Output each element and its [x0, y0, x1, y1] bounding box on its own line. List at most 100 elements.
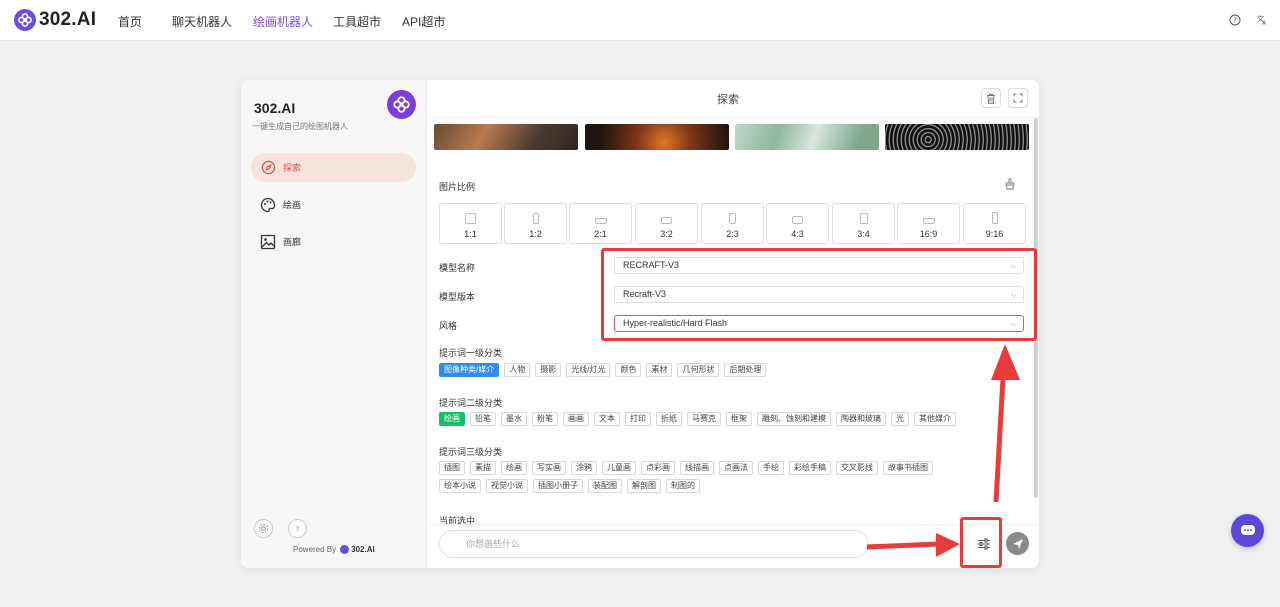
ratio-option-3-4[interactable]: 3:4: [832, 203, 895, 244]
cat1-chip[interactable]: 几何形状: [677, 363, 720, 377]
ratio-label-text: 2:1: [594, 229, 607, 239]
cat3-chip[interactable]: 装配图: [588, 479, 622, 493]
ratio-option-3-2[interactable]: 3:2: [635, 203, 698, 244]
cat3-chip[interactable]: 绘画: [501, 461, 527, 475]
cat2-chip[interactable]: 墨水: [501, 412, 527, 426]
cat3-chip[interactable]: 线描画: [680, 461, 714, 475]
nav-chatbot[interactable]: 聊天机器人: [172, 13, 232, 30]
cat3-chip[interactable]: 写实画: [532, 461, 566, 475]
cat2-chip[interactable]: 框架: [726, 412, 752, 426]
prompt-input[interactable]: 你想画些什么: [439, 530, 869, 558]
ratio-option-9-16[interactable]: 9:16: [963, 203, 1026, 244]
ratio-shape-icon: [792, 216, 803, 224]
cat2-chip[interactable]: 马赛克: [687, 412, 721, 426]
nav-home[interactable]: 首页: [118, 13, 142, 30]
cat3-chip[interactable]: 点画法: [719, 461, 753, 475]
ratio-label-text: 1:1: [464, 229, 477, 239]
ratio-label-text: 3:2: [660, 229, 673, 239]
language-icon[interactable]: 文A: [1255, 13, 1269, 27]
ratio-label-text: 4:3: [791, 229, 804, 239]
sidebar-item-gallery[interactable]: 画廊: [251, 227, 416, 256]
delete-button[interactable]: [981, 88, 1001, 108]
cat3-chip[interactable]: 插图: [439, 461, 465, 475]
nav-drawbot[interactable]: 绘画机器人: [253, 13, 313, 30]
ratio-option-16-9[interactable]: 16:9: [897, 203, 960, 244]
sidebar-subtitle: 一键生成自己的绘图机器人: [252, 122, 348, 131]
main-header: 探索: [428, 80, 1039, 118]
ratio-shape-icon: [859, 213, 868, 224]
cat3-chip[interactable]: 手绘: [758, 461, 784, 475]
annotation-highlight-box: [601, 248, 1037, 341]
ratio-option-2-3[interactable]: 2:3: [701, 203, 764, 244]
cat3-chip[interactable]: 插图小册子: [533, 479, 583, 493]
cat3-chip[interactable]: 解剖图: [627, 479, 661, 493]
cat1-chip[interactable]: 摄影: [535, 363, 562, 377]
help-icon[interactable]: ?: [1228, 13, 1242, 27]
powered-brand: 302.AI: [351, 545, 375, 554]
ratio-option-2-1[interactable]: 2:1: [569, 203, 632, 244]
cat2-chip[interactable]: 文本: [594, 412, 620, 426]
cat3-chip[interactable]: 彩绘手稿: [789, 461, 831, 475]
sidebar-item-draw[interactable]: 绘画: [251, 190, 416, 219]
thumbnail-image[interactable]: [885, 124, 1029, 150]
cat3-chip[interactable]: 点彩画: [641, 461, 675, 475]
ratio-option-4-3[interactable]: 4:3: [766, 203, 829, 244]
brand-name: 302.AI: [39, 9, 97, 30]
cat3-chip[interactable]: 素描: [470, 461, 496, 475]
cat1-chip[interactable]: 图像种类/媒介: [439, 363, 500, 377]
ratio-label-text: 16:9: [919, 229, 938, 239]
cat2-chip[interactable]: 铅笔: [470, 412, 496, 426]
thumbnail-image[interactable]: [585, 124, 729, 150]
ratio-shape-icon: [532, 213, 539, 224]
settings-icon[interactable]: [254, 519, 273, 538]
palette-icon: [260, 197, 276, 213]
thumbnail-strip: [434, 124, 1034, 150]
ratio-option-1-1[interactable]: 1:1: [439, 203, 502, 244]
cat2-chip[interactable]: 画画: [563, 412, 589, 426]
cat2-label: 提示词二级分类: [439, 398, 503, 408]
cat2-chip[interactable]: 绘画: [439, 412, 465, 426]
cat3-chip[interactable]: 儿童画: [602, 461, 636, 475]
top-nav: 302.AI 首页 聊天机器人 绘画机器人 工具超市 API超市 ? 文A: [0, 0, 1280, 41]
sidebar-logo-icon: [387, 90, 416, 119]
compass-icon: [260, 160, 276, 176]
ratio-label-text: 9:16: [985, 229, 1004, 239]
thumbnail-image[interactable]: [434, 124, 578, 150]
ratio-label: 图片比例: [439, 182, 476, 192]
page-title: 探索: [717, 94, 739, 106]
ratio-option-1-2[interactable]: 1:2: [504, 203, 567, 244]
ratio-shape-icon: [729, 213, 736, 224]
cat3-chip[interactable]: 绘本小说: [439, 479, 481, 493]
brush-clear-icon[interactable]: [1004, 178, 1016, 190]
cat2-chip[interactable]: 折纸: [656, 412, 682, 426]
sidebar-item-label: 探索: [283, 163, 302, 173]
cat1-chip[interactable]: 素材: [646, 363, 673, 377]
ratio-label-text: 3:4: [857, 229, 870, 239]
image-icon: [260, 234, 276, 250]
cat3-chip[interactable]: 视觉小说: [486, 479, 528, 493]
ratio-shape-icon: [922, 218, 935, 224]
help-circle-icon[interactable]: ?: [288, 519, 307, 538]
cat1-chip[interactable]: 后期处理: [724, 363, 767, 377]
cat2-chip[interactable]: 打印: [625, 412, 651, 426]
nav-api[interactable]: API超市: [402, 13, 445, 30]
thumbnail-image[interactable]: [735, 124, 879, 150]
powered-by: Powered By 302.AI: [293, 545, 375, 554]
cat1-chip[interactable]: 颜色: [615, 363, 642, 377]
brand[interactable]: 302.AI: [14, 9, 96, 31]
fullscreen-button[interactable]: [1008, 88, 1028, 108]
sidebar-item-explore[interactable]: 探索: [251, 153, 416, 182]
nav-tools[interactable]: 工具超市: [333, 13, 381, 30]
cat2-chip[interactable]: 雕刻、蚀刻和建模: [757, 412, 831, 426]
cat3-chip[interactable]: 制图的: [666, 479, 700, 493]
style-label: 风格: [439, 321, 458, 331]
cat1-chip[interactable]: 人物: [504, 363, 531, 377]
brand-logo-icon: [14, 9, 36, 31]
cat2-chip[interactable]: 粉笔: [532, 412, 558, 426]
sidebar-title: 302.AI: [254, 100, 296, 116]
svg-text:?: ?: [296, 524, 300, 533]
cat3-chip[interactable]: 涂鸦: [571, 461, 597, 475]
cat1-chip[interactable]: 光线/灯光: [566, 363, 611, 377]
support-chat-button[interactable]: [1231, 514, 1264, 547]
powered-prefix: Powered By: [293, 545, 337, 554]
